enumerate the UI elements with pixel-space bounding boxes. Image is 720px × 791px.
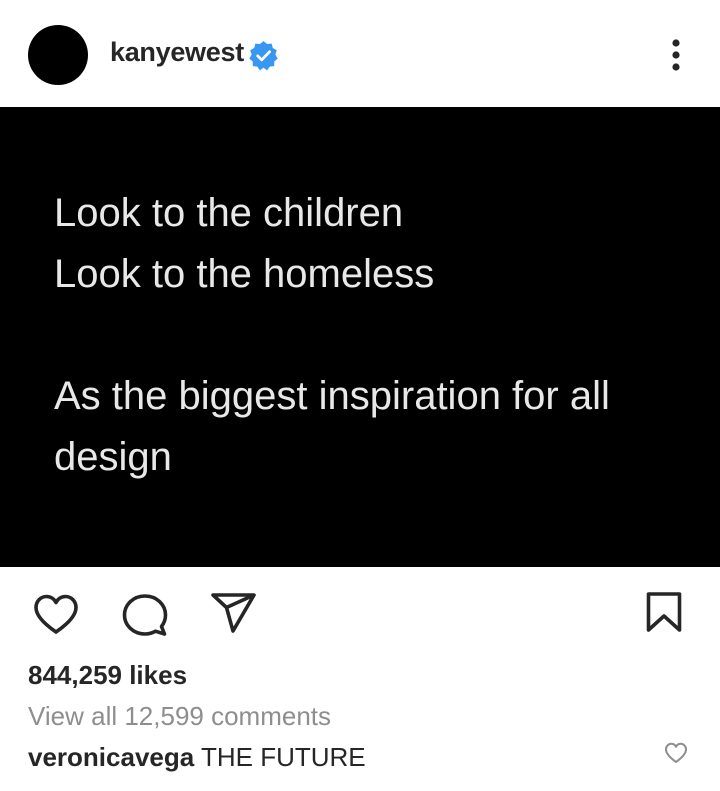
action-bar bbox=[0, 567, 720, 657]
post-line: Look to the homeless bbox=[54, 252, 435, 296]
comment-heart-icon[interactable] bbox=[664, 741, 688, 765]
comment-username[interactable]: veronicavega bbox=[28, 742, 194, 772]
post-line: design bbox=[54, 435, 172, 479]
share-icon[interactable] bbox=[210, 592, 258, 634]
likes-count[interactable]: 844,259 likes bbox=[28, 660, 187, 691]
view-all-comments-link[interactable]: View all 12,599 comments bbox=[28, 701, 331, 732]
comment-item: veronicavega THE FUTURE bbox=[28, 742, 366, 773]
comment-text: THE FUTURE bbox=[200, 742, 366, 772]
comment-icon[interactable] bbox=[121, 592, 169, 638]
post-header: kanyewest bbox=[0, 0, 720, 107]
post-line: As the biggest inspiration for all bbox=[54, 374, 610, 418]
bookmark-icon[interactable] bbox=[645, 591, 683, 633]
post-line: Look to the children bbox=[54, 191, 404, 235]
verified-badge-icon bbox=[249, 41, 278, 71]
post-image[interactable]: Look to the children Look to the homeles… bbox=[0, 107, 720, 567]
more-options-icon[interactable] bbox=[660, 36, 692, 76]
username[interactable]: kanyewest bbox=[110, 37, 244, 68]
avatar[interactable] bbox=[28, 25, 88, 85]
post-caption-image-text: Look to the children Look to the homeles… bbox=[54, 183, 694, 488]
heart-icon[interactable] bbox=[32, 593, 80, 635]
